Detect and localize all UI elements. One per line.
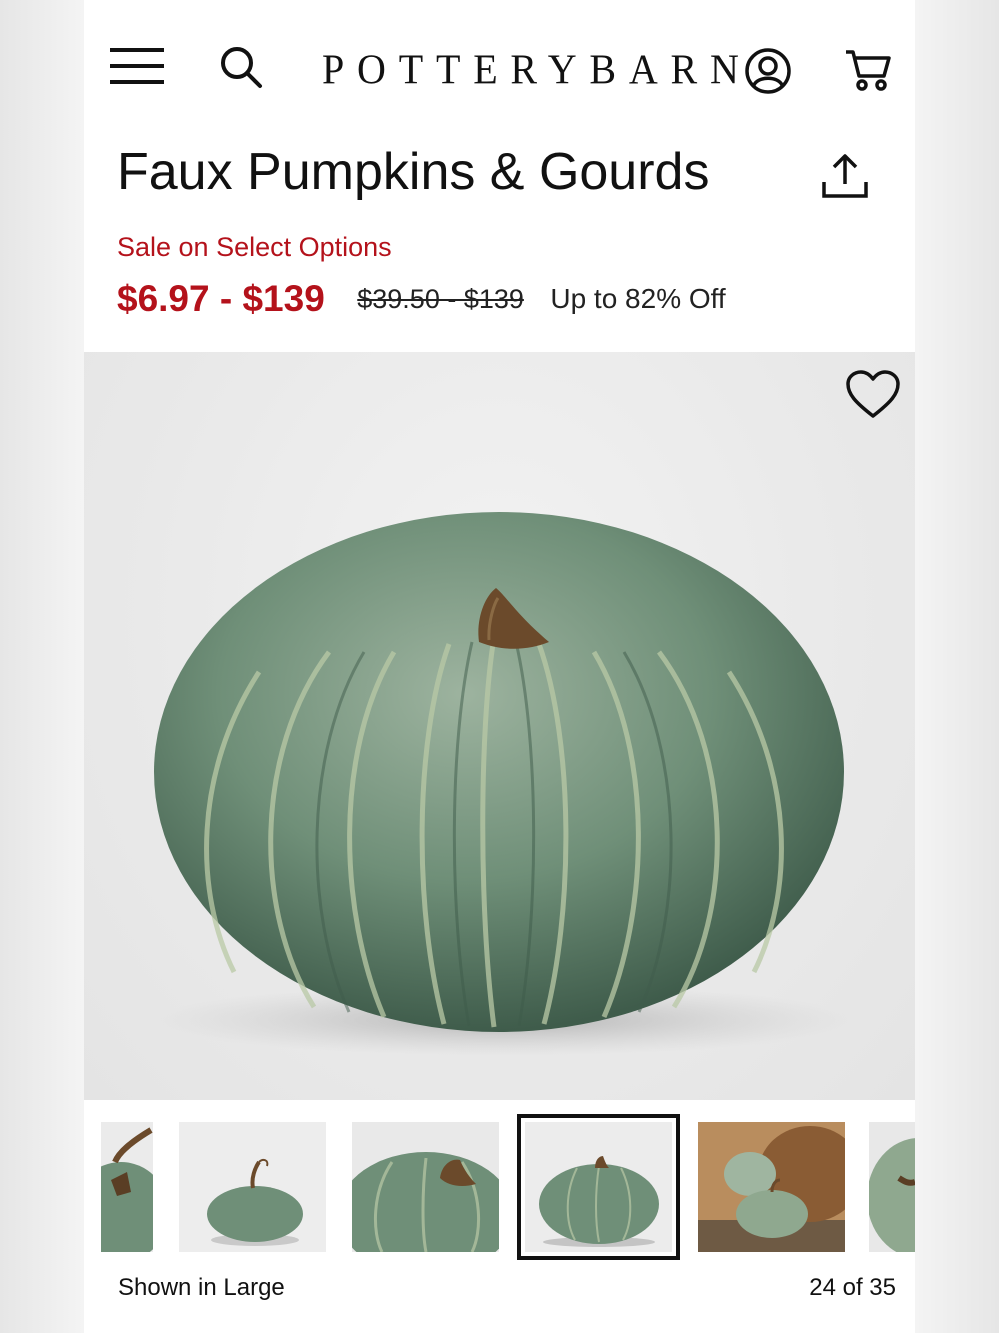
- thumbnail[interactable]: [698, 1122, 845, 1252]
- search-icon[interactable]: [218, 44, 264, 90]
- thumbnail[interactable]: [869, 1122, 915, 1252]
- price-row: $6.97 - $139 $39.50 - $139 Up to 82% Off: [117, 278, 726, 326]
- heart-icon[interactable]: [845, 370, 901, 420]
- shown-in-label: Shown in Large: [118, 1274, 285, 1301]
- product-title: Faux Pumpkins & Gourds: [117, 143, 710, 201]
- thumbnail[interactable]: [101, 1122, 153, 1252]
- original-price: $39.50 - $139: [357, 283, 524, 314]
- top-nav: PotteryBarn: [84, 0, 915, 130]
- cart-icon[interactable]: [844, 46, 892, 94]
- discount-label: Up to 82% Off: [550, 283, 726, 314]
- product-image[interactable]: [84, 352, 915, 1100]
- product-page: PotteryBarn Faux Pumpkins & Gourds Sale …: [84, 0, 915, 1333]
- sale-price: $6.97 - $139: [117, 278, 325, 319]
- right-backdrop: [915, 0, 999, 1333]
- thumbnail[interactable]: [179, 1122, 326, 1252]
- brand-logo[interactable]: PotteryBarn: [322, 45, 739, 95]
- thumbnail-strip: [84, 1100, 915, 1270]
- sale-label: Sale on Select Options: [117, 232, 392, 262]
- share-icon[interactable]: [818, 152, 872, 202]
- hamburger-menu-icon[interactable]: [110, 46, 164, 86]
- account-icon[interactable]: [744, 47, 792, 95]
- gallery-caption-row: Shown in Large 24 of 35: [84, 1266, 915, 1312]
- thumbnail-selected[interactable]: [517, 1114, 680, 1260]
- thumbnail[interactable]: [352, 1122, 499, 1252]
- image-counter: 24 of 35: [809, 1274, 896, 1301]
- pumpkin-image: [154, 512, 854, 1056]
- left-backdrop: [0, 0, 84, 1333]
